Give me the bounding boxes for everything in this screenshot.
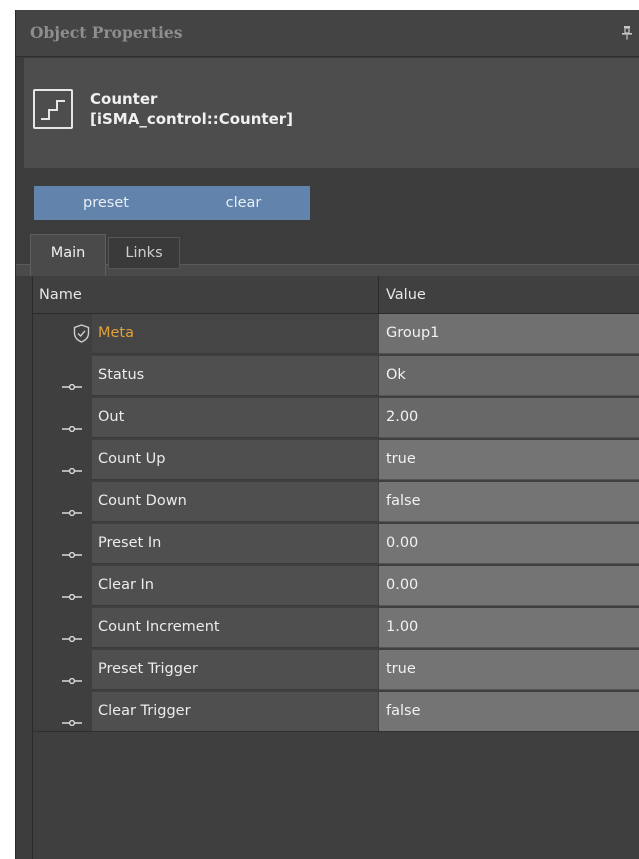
property-name: Preset In bbox=[98, 535, 162, 551]
property-row-status[interactable]: Status Ok bbox=[33, 356, 639, 396]
property-name: Count Up bbox=[98, 451, 166, 467]
pin-icon[interactable] bbox=[622, 25, 632, 44]
property-row-preset-trigger[interactable]: Preset Trigger true bbox=[33, 650, 639, 690]
property-row-clear-trigger[interactable]: Clear Trigger false bbox=[33, 692, 639, 732]
property-row-preset-in[interactable]: Preset In 0.00 bbox=[33, 524, 639, 564]
property-name: Preset Trigger bbox=[98, 661, 198, 677]
property-value[interactable]: true bbox=[379, 650, 639, 690]
slot-connector-icon bbox=[62, 501, 82, 520]
property-value[interactable]: true bbox=[379, 440, 639, 480]
property-value[interactable]: 0.00 bbox=[379, 566, 639, 606]
slot-connector-icon bbox=[62, 417, 82, 436]
property-name: Clear In bbox=[98, 577, 154, 593]
slot-connector-icon bbox=[62, 375, 82, 394]
shield-check-icon bbox=[73, 324, 90, 347]
property-row-count-down[interactable]: Count Down false bbox=[33, 482, 639, 522]
object-name: Counter bbox=[90, 90, 158, 108]
property-name: Count Down bbox=[98, 493, 187, 509]
property-name: Count Increment bbox=[98, 619, 220, 635]
property-name: Meta bbox=[98, 325, 135, 341]
property-value[interactable]: 1.00 bbox=[379, 608, 639, 648]
tab-links[interactable]: Links bbox=[108, 237, 180, 269]
property-value[interactable]: false bbox=[379, 482, 639, 522]
preset-button[interactable]: preset bbox=[34, 186, 178, 220]
name-column-header[interactable]: Name bbox=[39, 287, 82, 303]
counter-step-icon bbox=[33, 89, 73, 129]
object-header: Counter [iSMA_control::Counter] bbox=[24, 58, 639, 168]
property-value[interactable]: false bbox=[379, 692, 639, 732]
slot-connector-icon bbox=[62, 627, 82, 646]
slot-connector-icon bbox=[62, 543, 82, 562]
property-value[interactable]: Group1 bbox=[379, 314, 639, 354]
slot-connector-icon bbox=[62, 459, 82, 478]
clear-button[interactable]: clear bbox=[177, 186, 310, 220]
property-value[interactable]: Ok bbox=[379, 356, 639, 396]
property-grid: Name Value Meta Group1 Status Ok Out 2.0… bbox=[32, 276, 639, 859]
column-divider[interactable] bbox=[378, 276, 379, 314]
property-value[interactable]: 0.00 bbox=[379, 524, 639, 564]
object-properties-panel: Object Properties Counter [iSMA_control:… bbox=[15, 10, 639, 859]
tab-main[interactable]: Main bbox=[30, 234, 106, 276]
panel-title: Object Properties bbox=[30, 23, 183, 42]
slot-connector-icon bbox=[62, 711, 82, 730]
property-row-meta[interactable]: Meta Group1 bbox=[33, 314, 639, 354]
property-name: Out bbox=[98, 409, 125, 425]
property-row-out[interactable]: Out 2.00 bbox=[33, 398, 639, 438]
property-value[interactable]: 2.00 bbox=[379, 398, 639, 438]
value-column-header[interactable]: Value bbox=[386, 287, 426, 303]
property-row-count-increment[interactable]: Count Increment 1.00 bbox=[33, 608, 639, 648]
property-row-count-up[interactable]: Count Up true bbox=[33, 440, 639, 480]
property-row-clear-in[interactable]: Clear In 0.00 bbox=[33, 566, 639, 606]
slot-connector-icon bbox=[62, 669, 82, 688]
slot-connector-icon bbox=[62, 585, 82, 604]
grid-bottom-border bbox=[33, 731, 639, 732]
panel-header: Object Properties bbox=[16, 10, 639, 57]
property-name: Status bbox=[98, 367, 145, 383]
grid-header: Name Value bbox=[33, 276, 639, 314]
property-name: Clear Trigger bbox=[98, 703, 191, 719]
object-type: [iSMA_control::Counter] bbox=[90, 110, 293, 128]
